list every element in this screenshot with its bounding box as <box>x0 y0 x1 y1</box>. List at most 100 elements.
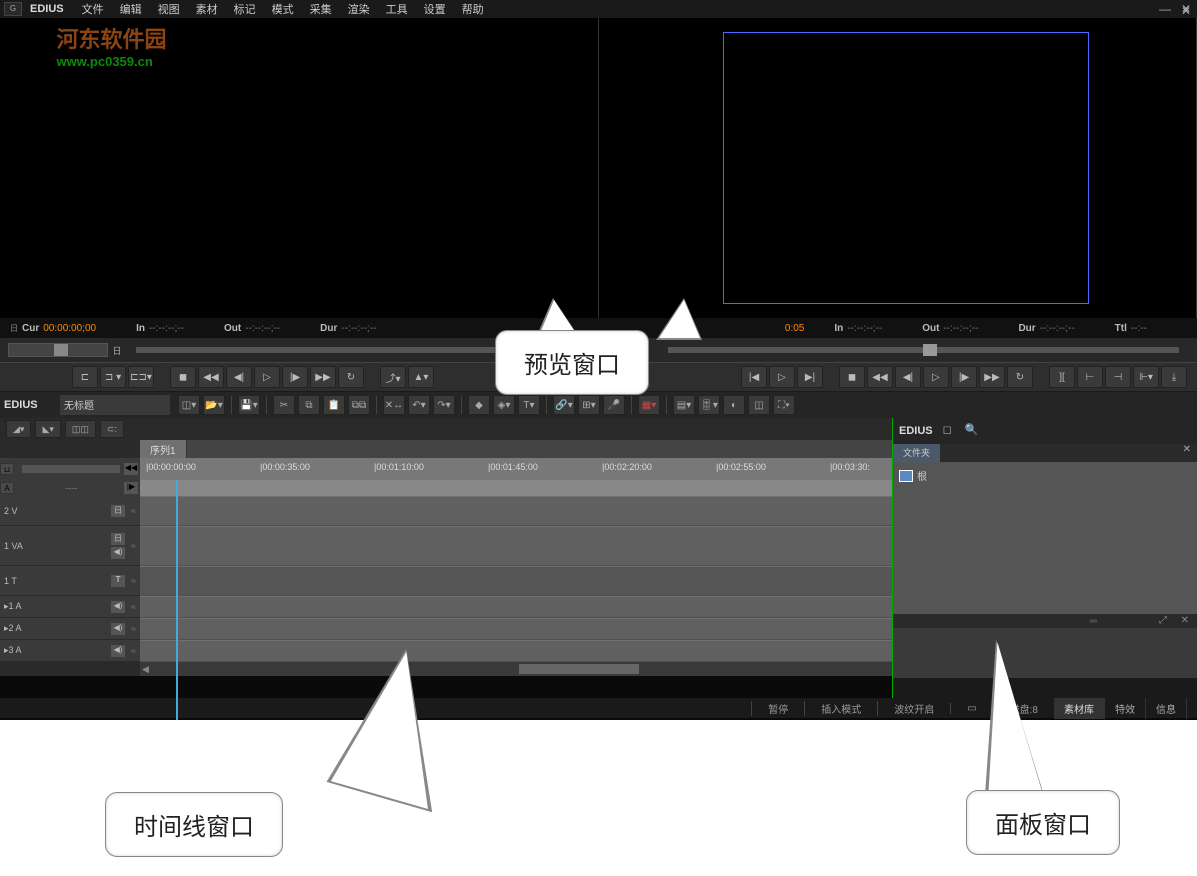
track-lane-1va[interactable] <box>140 526 892 566</box>
out-value-r[interactable]: --:--:--;-- <box>943 323 978 334</box>
cur-value[interactable]: 00:00:00;00 <box>43 323 96 334</box>
trim-in-button[interactable]: ][ <box>1049 366 1075 388</box>
layout-button[interactable]: ▤▾ <box>673 395 695 415</box>
menu-file[interactable]: 文件 <box>74 1 112 17</box>
in-value-l[interactable]: --:--:--;-- <box>149 323 184 334</box>
export-button[interactable]: ⤓ <box>1161 366 1187 388</box>
ripple-trim-button[interactable]: ⊩▾ <box>1133 366 1159 388</box>
track-lane-3a[interactable] <box>140 640 892 662</box>
stop-button-l[interactable]: ◼ <box>170 366 196 388</box>
render-region-button[interactable]: ▦▾ <box>638 395 660 415</box>
cur-value-r[interactable]: 0:05 <box>785 323 804 334</box>
timeline-ruler[interactable]: |00:00:00:00 |00:00:35:00 |00:01:10:00 |… <box>140 458 892 480</box>
copy-button[interactable]: ⧉ <box>298 395 320 415</box>
audio-toggle-icon[interactable]: ◀) <box>111 547 125 559</box>
group-button[interactable]: ⊞▾ <box>578 395 600 415</box>
track-header-2a[interactable]: ▸2 A ◀) ≈ <box>0 618 140 640</box>
menu-tools[interactable]: 工具 <box>378 1 416 17</box>
audio-toggle-icon[interactable]: ◀) <box>111 623 125 635</box>
open-button[interactable]: 📂▾ <box>203 395 225 415</box>
cut-button[interactable]: ✂ <box>273 395 295 415</box>
zoom-slider[interactable] <box>22 465 120 473</box>
clear-button[interactable]: ⊏⊐▾ <box>128 366 154 388</box>
split-button[interactable]: ⊢ <box>1077 366 1103 388</box>
sub-close-icon[interactable]: ✕ <box>1181 615 1189 626</box>
bottom-tab-effects[interactable]: 特效 <box>1105 698 1146 719</box>
menu-capture[interactable]: 采集 <box>302 1 340 17</box>
next-edit-button[interactable]: ▶| <box>797 366 823 388</box>
divider-handle-icon[interactable]: ═ <box>1090 616 1097 627</box>
menu-mode[interactable]: 模式 <box>264 1 302 17</box>
title-button[interactable]: T▾ <box>518 395 540 415</box>
dur-value-r[interactable]: --:--:--;-- <box>1040 323 1075 334</box>
undo-button[interactable]: ↶▾ <box>408 395 430 415</box>
video-toggle-icon[interactable]: 日 <box>111 505 125 517</box>
menu-render[interactable]: 渲染 <box>340 1 378 17</box>
insert-button[interactable]: ⤴▾ <box>380 366 406 388</box>
bin-tree[interactable]: 根 <box>893 462 1197 614</box>
redo-button[interactable]: ↷▾ <box>433 395 455 415</box>
set-out-button[interactable]: ⊐ ▾ <box>100 366 126 388</box>
color-button[interactable]: ◐ <box>723 395 745 415</box>
play-button-r[interactable]: ▷ <box>923 366 949 388</box>
track-lane-2a[interactable] <box>140 618 892 640</box>
audio-toggle-icon[interactable]: ◀) <box>111 601 125 613</box>
menu-settings[interactable]: 设置 <box>416 1 454 17</box>
scrollbar-thumb[interactable] <box>519 664 639 674</box>
expand-icon[interactable]: ⤢ <box>1159 615 1167 626</box>
dur-value-l[interactable]: --:--:--;-- <box>341 323 376 334</box>
mode-trim-button[interactable]: ◣▾ <box>35 420 60 438</box>
zoom-out-icon[interactable]: ◀◀ <box>124 463 138 475</box>
tab-close-icon[interactable]: ✕ <box>1177 444 1197 462</box>
trim-out-button[interactable]: ⊣ <box>1105 366 1131 388</box>
bottom-tab-bin[interactable]: 素材库 <box>1054 698 1105 719</box>
new-sequence-button[interactable]: ◫▾ <box>178 395 200 415</box>
paste-attr-button[interactable]: ⧉⧉ <box>348 395 370 415</box>
track-header-1t[interactable]: 1 T T ≈ <box>0 566 140 596</box>
prev-frame-button-l[interactable]: ◀| <box>226 366 252 388</box>
track-header-1va[interactable]: 1 VA 日 ◀) ≈ <box>0 526 140 566</box>
folder-tab[interactable]: 文件夹 <box>893 444 940 462</box>
title-toggle-icon[interactable]: T <box>111 575 125 587</box>
rewind-button-r[interactable]: ◀◀ <box>867 366 893 388</box>
ripple-delete-button[interactable]: ✕↔ <box>383 395 405 415</box>
sequence-tab[interactable]: 序列1 <box>140 440 187 458</box>
tree-root-item[interactable]: 根 <box>897 466 1193 485</box>
fullscreen-button[interactable]: ⛶▾ <box>773 395 795 415</box>
fforward-button-r[interactable]: ▶▶ <box>979 366 1005 388</box>
menu-clip[interactable]: 素材 <box>188 1 226 17</box>
mode-sync-button[interactable]: ⊂: <box>100 420 124 438</box>
out-value-l[interactable]: --:--:--;-- <box>245 323 280 334</box>
panel-close-icon[interactable]: ✕ <box>1181 4 1191 18</box>
mode-normal-button[interactable]: ◢▾ <box>6 420 31 438</box>
jog-shuttle-left[interactable] <box>8 343 108 357</box>
loop-button-r[interactable]: ↻ <box>1007 366 1033 388</box>
track-header-2v[interactable]: 2 V 日 ≈ <box>0 496 140 526</box>
bottom-tab-info[interactable]: 信息 <box>1146 698 1187 719</box>
search-icon[interactable]: 🔍 <box>965 423 983 439</box>
track-header-1a[interactable]: ▸1 A ◀) ≈ <box>0 596 140 618</box>
track-lane-1a[interactable] <box>140 596 892 618</box>
menu-view[interactable]: 视图 <box>150 1 188 17</box>
mode-multicam-button[interactable]: ◫◫ <box>65 420 96 438</box>
fforward-button-l[interactable]: ▶▶ <box>310 366 336 388</box>
audio-toggle-icon[interactable]: ◀) <box>111 645 125 657</box>
link-button[interactable]: 🔗▾ <box>553 395 575 415</box>
video-toggle-icon[interactable]: 日 <box>111 533 125 545</box>
track-lane-2v[interactable] <box>140 496 892 526</box>
in-value-r[interactable]: --:--:--;-- <box>847 323 882 334</box>
track-header-3a[interactable]: ▸3 A ◀) ≈ <box>0 640 140 662</box>
program-scrubber[interactable] <box>668 347 1180 353</box>
next-frame-button-l[interactable]: |▶ <box>282 366 308 388</box>
nav-a-icon[interactable]: A <box>0 482 14 494</box>
track-lane-1t[interactable] <box>140 566 892 596</box>
menu-edit[interactable]: 编辑 <box>112 1 150 17</box>
loop-button-l[interactable]: ↻ <box>338 366 364 388</box>
play-button-l[interactable]: ▷ <box>254 366 280 388</box>
marker-button[interactable]: ◈▾ <box>493 395 515 415</box>
menu-marker[interactable]: 标记 <box>226 1 264 17</box>
next-frame-button-r[interactable]: |▶ <box>951 366 977 388</box>
menu-help[interactable]: 帮助 <box>454 1 492 17</box>
play-around-button[interactable]: ▷ <box>769 366 795 388</box>
minimize-icon[interactable]: — <box>1159 2 1171 16</box>
